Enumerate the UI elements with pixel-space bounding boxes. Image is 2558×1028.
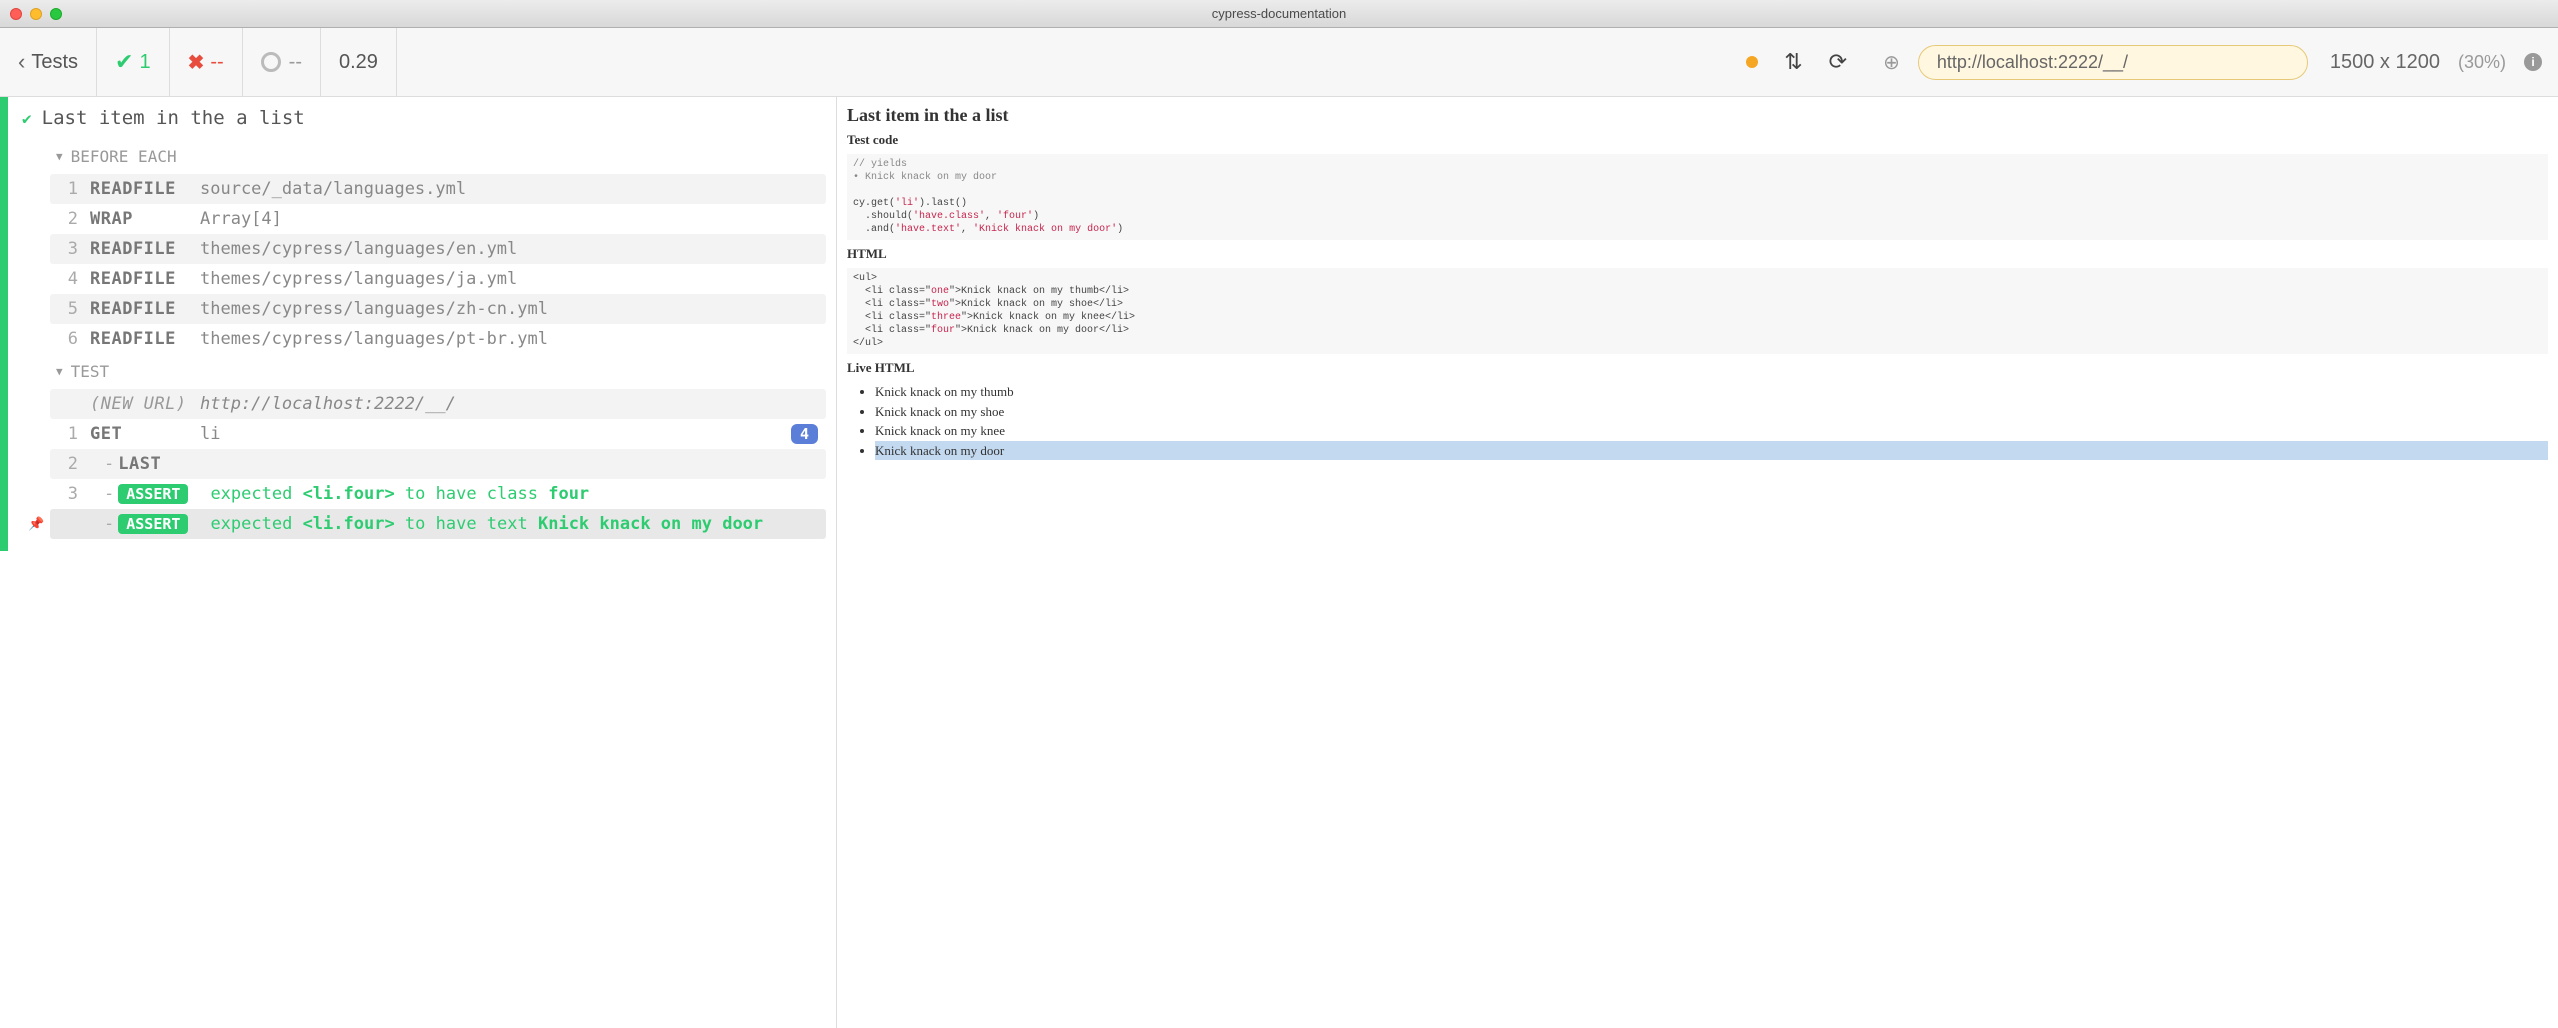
section-label: TEST [71,362,110,381]
titlebar: cypress-documentation [0,0,2558,28]
check-icon: ✔ [115,49,133,75]
test-title: Last item in the a list [42,107,305,129]
command-number: 6 [58,329,78,349]
list-item: Knick knack on my shoe [875,402,2548,422]
command-number: 2 [58,209,78,229]
command-number: 3 [58,239,78,259]
x-icon: ✖ [188,50,205,75]
section-label: BEFORE EACH [71,147,177,166]
aut-subheading: HTML [847,246,2548,262]
minimize-window-button[interactable] [30,8,42,20]
command-message: Array[4] [200,209,818,229]
duration: 0.29 [321,28,397,96]
zoom-percentage: (30%) [2458,52,2506,73]
aut-subheading: Live HTML [847,360,2548,376]
command-number: 1 [58,424,78,444]
list-item: Knick knack on my door [875,441,2548,461]
command-number: 3 [58,484,78,504]
command-name: READFILE [90,269,200,289]
live-html-list: Knick knack on my thumb Knick knack on m… [847,382,2548,460]
header-bar: ‹ Tests ✔ 1 ✖ -- -- 0.29 ⇅ ⟳ ⊕ 1500 x 12… [0,28,2558,97]
command-number: 2 [58,454,78,474]
pending-count: -- [243,28,321,96]
passed-number: 1 [139,51,150,74]
child-dash: - [104,484,114,504]
aut-subheading: Test code [847,132,2548,148]
test-section-header[interactable]: ▼ TEST [50,354,826,389]
command-number: 4 [58,269,78,289]
command-row[interactable]: 1 GET li 4 [50,419,826,449]
child-dash: - [104,514,114,534]
selector-playground-icon[interactable]: ⊕ [1883,50,1900,75]
command-message: expected <li.four> to have class four [210,484,818,504]
resize-icon[interactable]: ⇅ [1784,49,1802,75]
command-row[interactable]: 4 READFILE themes/cypress/languages/ja.y… [50,264,826,294]
command-row[interactable]: 📌 -ASSERT expected <li.four> to have tex… [50,509,826,539]
pin-icon: 📌 [28,517,44,532]
assert-label: ASSERT [118,514,188,534]
command-row[interactable]: 2 WRAP Array[4] [50,204,826,234]
command-name: LAST [118,454,161,474]
command-name: READFILE [90,299,200,319]
reload-icon[interactable]: ⟳ [1829,49,1847,75]
command-row[interactable]: 3 READFILE themes/cypress/languages/en.y… [50,234,826,264]
close-window-button[interactable] [10,8,22,20]
command-name: (NEW URL) [90,394,200,414]
command-message: expected <li.four> to have text Knick kn… [210,514,818,534]
pending-number: -- [289,51,302,74]
window-title: cypress-documentation [1212,6,1346,21]
chevron-left-icon: ‹ [18,49,25,75]
test-title-row[interactable]: ✔ Last item in the a list [0,97,836,139]
viewport-size: 1500 x 1200 [2330,51,2440,74]
caret-down-icon: ▼ [56,150,63,163]
test-code-block: // yields • Knick knack on my door cy.ge… [847,154,2548,240]
command-number: 1 [58,179,78,199]
command-row[interactable]: 2 -LAST [50,449,826,479]
command-message: themes/cypress/languages/zh-cn.yml [200,299,818,319]
assert-label: ASSERT [118,484,188,504]
failed-count: ✖ -- [170,28,243,96]
command-number: 5 [58,299,78,319]
circle-icon [261,52,281,72]
command-log: ✔ Last item in the a list ▼ BEFORE EACH … [0,97,837,1028]
caret-down-icon: ▼ [56,365,63,378]
list-item: Knick knack on my knee [875,421,2548,441]
duration-value: 0.29 [339,51,378,74]
command-row[interactable]: 6 READFILE themes/cypress/languages/pt-b… [50,324,826,354]
passed-count: ✔ 1 [97,28,170,96]
check-icon: ✔ [22,109,32,128]
command-message: themes/cypress/languages/en.yml [200,239,818,259]
status-dot-icon [1746,56,1758,68]
command-message: themes/cypress/languages/pt-br.yml [200,329,818,349]
command-name: READFILE [90,329,200,349]
command-row[interactable]: 5 READFILE themes/cypress/languages/zh-c… [50,294,826,324]
back-label: Tests [31,51,78,74]
command-message: themes/cypress/languages/ja.yml [200,269,818,289]
list-item: Knick knack on my thumb [875,382,2548,402]
html-code-block: <ul> <li class="one">Knick knack on my t… [847,268,2548,354]
command-name: READFILE [90,179,200,199]
command-message: http://localhost:2222/__/ [200,394,818,414]
maximize-window-button[interactable] [50,8,62,20]
command-row[interactable]: 1 READFILE source/_data/languages.yml [50,174,826,204]
command-row[interactable]: (NEW URL) http://localhost:2222/__/ [50,389,826,419]
command-name: GET [90,424,200,444]
aut-heading: Last item in the a list [847,105,2548,126]
back-to-tests-button[interactable]: ‹ Tests [0,28,97,96]
child-dash: - [104,454,114,474]
failed-number: -- [210,51,223,74]
command-name: READFILE [90,239,200,259]
url-input[interactable] [1918,45,2308,80]
info-icon[interactable]: i [2524,53,2542,71]
command-name: WRAP [90,209,200,229]
before-each-header[interactable]: ▼ BEFORE EACH [50,139,826,174]
aut-preview: Last item in the a list Test code // yie… [837,97,2558,1028]
command-message: source/_data/languages.yml [200,179,818,199]
command-message: li [200,424,791,444]
element-count-badge: 4 [791,424,818,444]
traffic-lights [10,8,62,20]
command-row[interactable]: 3 -ASSERT expected <li.four> to have cla… [50,479,826,509]
